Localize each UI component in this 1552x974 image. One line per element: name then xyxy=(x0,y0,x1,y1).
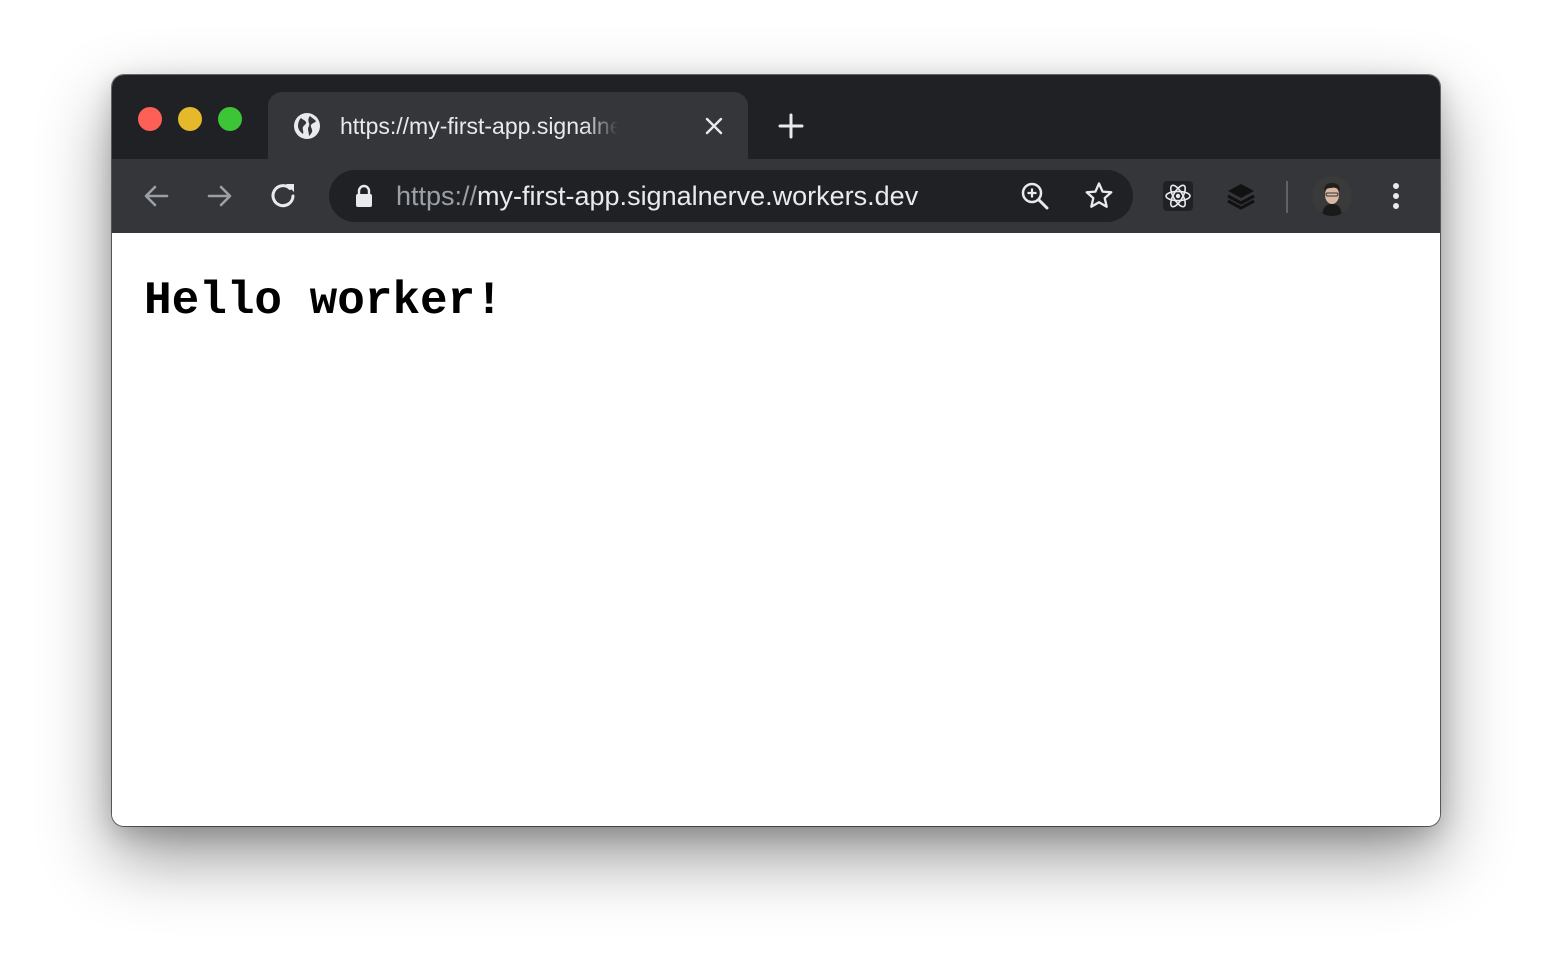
star-icon[interactable] xyxy=(1083,180,1115,212)
page-body-text: Hello worker! xyxy=(144,275,503,327)
close-tab-icon[interactable] xyxy=(702,114,726,138)
profile-photo xyxy=(1312,176,1352,216)
browser-window: https://my-first-app.signalnerve.workers… xyxy=(112,75,1440,826)
url-text[interactable]: https://my-first-app.signalnerve.workers… xyxy=(396,178,918,214)
reload-icon[interactable] xyxy=(268,180,300,212)
tab-title: https://my-first-app.signalnerve.workers… xyxy=(340,113,618,139)
globe-icon xyxy=(294,113,320,139)
zoom-icon[interactable] xyxy=(1019,180,1051,212)
back-arrow-icon[interactable] xyxy=(140,180,172,212)
page-content: Hello worker! xyxy=(112,233,1440,826)
address-bar[interactable]: https://my-first-app.signalnerve.workers… xyxy=(329,170,1133,222)
new-tab-icon[interactable] xyxy=(776,111,806,141)
active-tab[interactable]: https://my-first-app.signalnerve.workers… xyxy=(268,92,748,159)
url-host: my-first-app.signalnerve.workers.dev xyxy=(477,181,919,211)
toolbar: https://my-first-app.signalnerve.workers… xyxy=(112,159,1440,233)
lock-icon[interactable] xyxy=(353,184,375,208)
forward-arrow-icon[interactable] xyxy=(204,180,236,212)
toolbar-divider xyxy=(1286,181,1288,213)
react-devtools-icon[interactable] xyxy=(1162,180,1194,212)
minimize-window-button[interactable] xyxy=(178,107,202,131)
maximize-window-button[interactable] xyxy=(218,107,242,131)
url-scheme: https:// xyxy=(396,181,478,211)
menu-icon[interactable] xyxy=(1380,180,1412,212)
layers-extension-icon[interactable] xyxy=(1225,180,1257,212)
avatar[interactable] xyxy=(1312,176,1352,216)
close-window-button[interactable] xyxy=(138,107,162,131)
title-bar: https://my-first-app.signalnerve.workers… xyxy=(112,75,1440,159)
